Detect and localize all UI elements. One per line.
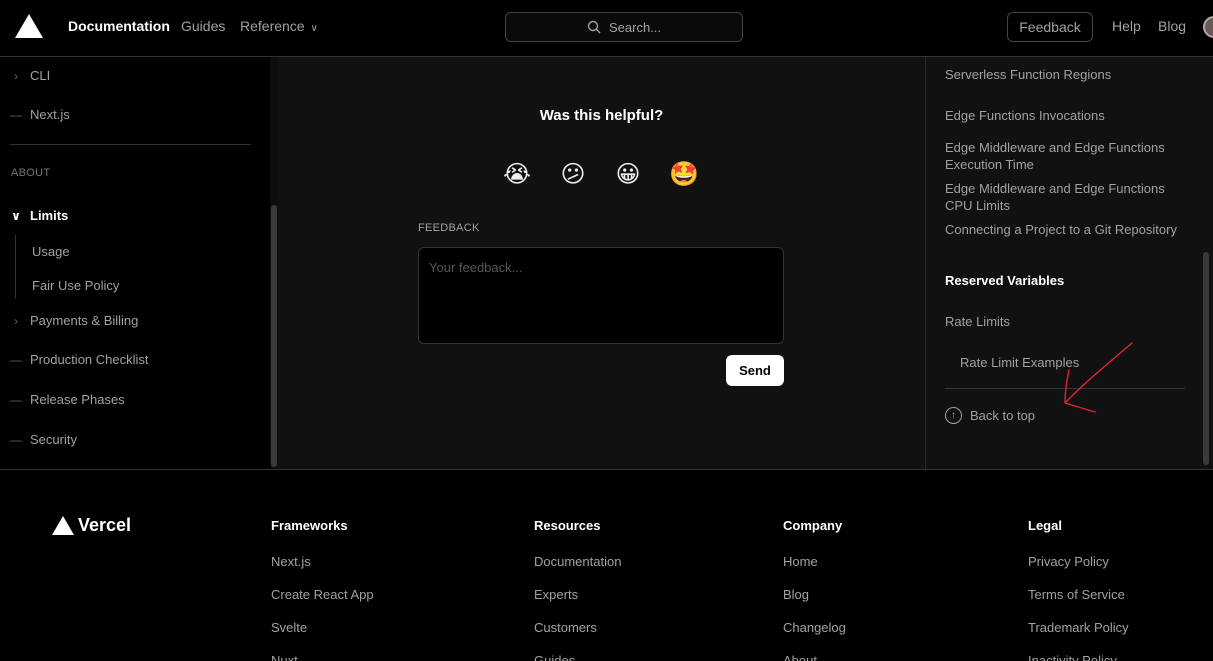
chevron-right-icon: › [14, 313, 18, 328]
chevron-down-icon: ∨ [11, 208, 21, 223]
helpful-title: Was this helpful? [539, 107, 664, 124]
toc-item-rate-limit-examples[interactable]: Rate Limit Examples [960, 354, 1200, 371]
top-header: Documentation Guides Reference ∨ Search.… [0, 0, 1213, 57]
back-to-top-label: Back to top [970, 408, 1036, 423]
nav-blog[interactable]: Blog [1158, 18, 1186, 34]
chevron-right-icon: › [14, 68, 18, 83]
docs-sidebar: › CLI — Next.js ABOUT ∨ Limits Usage Fai… [0, 57, 270, 469]
nav-reference-label: Reference [240, 18, 305, 34]
arrow-up-circle-icon: ↑ [945, 407, 962, 424]
emoji-crying-button[interactable]: 😭 [503, 161, 531, 189]
footer-link[interactable]: Guides [534, 653, 621, 661]
footer-link[interactable]: Inactivity Policy [1028, 653, 1129, 661]
footer-column-resources: Resources Documentation Experts Customer… [534, 518, 621, 661]
emoji-confused-button[interactable]: 😕 [559, 161, 587, 189]
sidebar-item-label: Limits [30, 208, 69, 223]
footer-column-title: Resources [534, 518, 601, 533]
sidebar-item-label: Payments & Billing [30, 313, 139, 328]
main-content: Was this helpful? 😭 😕 😀 🤩 FEEDBACK Send [278, 57, 925, 469]
toc-item-rate-limits[interactable]: Rate Limits [945, 313, 1185, 330]
footer-column-frameworks: Frameworks Next.js Create React App Svel… [271, 518, 374, 661]
footer-link[interactable]: Create React App [271, 587, 374, 604]
sidebar-item-label: Production Checklist [30, 352, 149, 367]
toc-item-edge-invocations[interactable]: Edge Functions Invocations [945, 107, 1185, 124]
toc-item-edge-execution-time[interactable]: Edge Middleware and Edge Functions Execu… [945, 139, 1185, 173]
footer-link[interactable]: Blog [783, 587, 846, 604]
dash-icon: — [10, 432, 22, 447]
sidebar-item-label: Next.js [30, 107, 70, 122]
back-to-top-link[interactable]: ↑ Back to top [945, 407, 1035, 424]
footer-column-legal: Legal Privacy Policy Terms of Service Tr… [1028, 518, 1129, 661]
sidebar-item-payments-billing[interactable]: › Payments & Billing [10, 313, 138, 328]
feedback-button[interactable]: Feedback [1007, 12, 1093, 42]
footer-link[interactable]: Next.js [271, 554, 374, 571]
footer-link[interactable]: Home [783, 554, 846, 571]
search-input[interactable]: Search... [505, 12, 743, 42]
sidebar-scrollbar-thumb[interactable] [271, 205, 277, 467]
search-placeholder: Search... [608, 19, 662, 35]
dash-icon: — [10, 352, 22, 367]
search-icon [587, 20, 601, 34]
toc-scrollbar-thumb[interactable] [1203, 252, 1209, 465]
footer-link[interactable]: Changelog [783, 620, 846, 637]
dash-icon: — [10, 392, 22, 407]
toc-item-git-repository[interactable]: Connecting a Project to a Git Repository [945, 221, 1185, 238]
footer-link[interactable]: Customers [534, 620, 621, 637]
nav-documentation[interactable]: Documentation [68, 18, 170, 34]
footer-link[interactable]: Trademark Policy [1028, 620, 1129, 637]
footer-link[interactable]: Documentation [534, 554, 621, 571]
sidebar-item-security[interactable]: — Security [10, 432, 77, 447]
sidebar-item-label: Release Phases [30, 392, 125, 407]
footer-link[interactable]: Privacy Policy [1028, 554, 1129, 571]
footer-column-company: Company Home Blog Changelog About [783, 518, 846, 661]
toc-item-edge-cpu-limits[interactable]: Edge Middleware and Edge Functions CPU L… [945, 180, 1185, 214]
footer-column-title: Frameworks [271, 518, 348, 533]
sidebar-item-nextjs[interactable]: — Next.js [10, 107, 70, 122]
sidebar-item-cli[interactable]: › CLI [10, 68, 50, 83]
footer-link[interactable]: Terms of Service [1028, 587, 1129, 604]
emoji-star-struck-button[interactable]: 🤩 [669, 161, 699, 189]
toc-item-reserved-variables[interactable]: Reserved Variables [945, 272, 1185, 289]
sidebar-item-label: Security [30, 432, 77, 447]
footer-column-title: Company [783, 518, 843, 533]
sidebar-divider [10, 144, 251, 145]
sidebar-item-fair-use-policy[interactable]: Fair Use Policy [32, 278, 119, 293]
sidebar-item-label: CLI [30, 68, 51, 83]
vercel-logo-icon[interactable] [15, 14, 43, 38]
table-of-contents: Serverless Function Regions Edge Functio… [925, 57, 1213, 469]
feedback-label: FEEDBACK [418, 222, 480, 234]
nav-guides[interactable]: Guides [181, 18, 225, 34]
chevron-down-icon: ∨ [310, 23, 318, 34]
footer-link[interactable]: About [783, 653, 846, 661]
sidebar-item-release-phases[interactable]: — Release Phases [10, 392, 125, 407]
footer-column-title: Legal [1028, 518, 1062, 533]
dash-icon: — [10, 107, 22, 122]
send-button[interactable]: Send [726, 355, 784, 386]
emoji-smile-button[interactable]: 😀 [614, 161, 642, 189]
sidebar-section-about: ABOUT [11, 167, 51, 179]
feedback-textarea[interactable] [418, 247, 784, 344]
sidebar-subtree-line [15, 235, 16, 299]
vercel-logo-icon [52, 516, 74, 535]
nav-reference[interactable]: Reference ∨ [240, 18, 318, 34]
footer-brand-name: Vercel [78, 515, 132, 535]
toc-divider [945, 388, 1185, 389]
footer-link[interactable]: Svelte [271, 620, 374, 637]
avatar[interactable] [1203, 16, 1213, 38]
footer-brand[interactable]: Vercel [52, 515, 131, 536]
footer-link[interactable]: Experts [534, 587, 621, 604]
sidebar-item-usage[interactable]: Usage [32, 244, 70, 259]
footer-link[interactable]: Nuxt [271, 653, 374, 661]
sidebar-item-production-checklist[interactable]: — Production Checklist [10, 352, 149, 367]
nav-help[interactable]: Help [1112, 18, 1141, 34]
sidebar-item-limits[interactable]: ∨ Limits [10, 208, 68, 223]
site-footer: Vercel Frameworks Next.js Create React A… [0, 469, 1213, 661]
toc-item-serverless-regions[interactable]: Serverless Function Regions [945, 66, 1185, 83]
